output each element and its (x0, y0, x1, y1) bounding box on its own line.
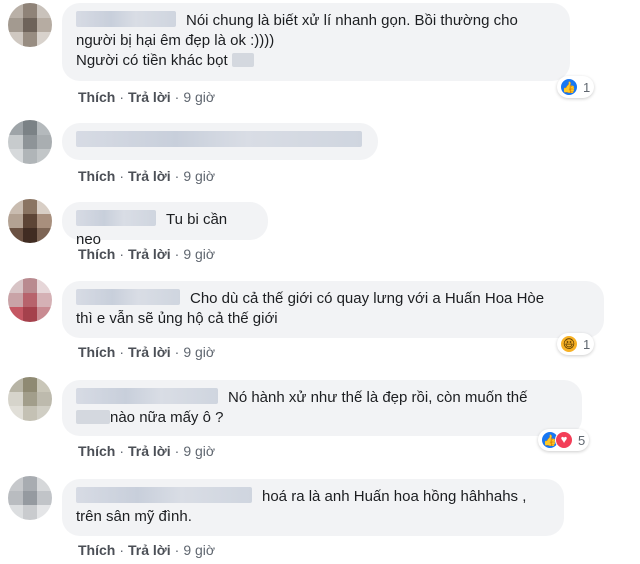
comment-timestamp[interactable]: 9 giờ (183, 443, 215, 459)
blurred-author-name[interactable] (76, 388, 218, 404)
reaction-count: 1 (583, 79, 591, 95)
comment-text-line: Cho dù cả thế giới có quay lưng với a Hu… (190, 290, 545, 307)
avatar[interactable] (8, 3, 52, 47)
comment-actions: Thích · Trả lời · 9 giờ (78, 89, 216, 105)
reply-link[interactable]: Trả lời (128, 344, 171, 360)
like-link[interactable]: Thích (78, 89, 115, 105)
like-link[interactable]: Thích (78, 246, 115, 262)
thumbs-up-icon: 👍 (560, 78, 578, 96)
comment-text-line: thì e vẫn sẽ ủng hộ cả thế giới (76, 310, 278, 327)
comment-bubble: hoá ra là anh Huấn hoa hồng hâhhahs , tr… (62, 479, 564, 536)
comment-actions: Thích · Trả lời · 9 giờ (78, 246, 216, 262)
blurred-author-name[interactable] (76, 487, 252, 503)
comment-text-line: Nói chung là biết xử lí nhanh gọn. Bồi t… (186, 12, 518, 29)
like-link[interactable]: Thích (78, 168, 115, 184)
reply-link[interactable]: Trả lời (128, 542, 171, 558)
comment-actions: Thích · Trả lời · 9 giờ (78, 443, 216, 459)
reaction-summary[interactable]: 👍 ♥ 5 (538, 429, 590, 451)
comment-actions: Thích · Trả lời · 9 giờ (78, 542, 216, 558)
avatar[interactable] (8, 199, 52, 243)
blurred-author-name[interactable] (76, 210, 156, 226)
comment-text-line: Người có tiền khác bọt (76, 52, 228, 69)
reaction-summary[interactable]: 😆 1 (557, 333, 595, 355)
comment-timestamp[interactable]: 9 giờ (183, 246, 215, 262)
heart-icon: ♥ (555, 431, 573, 449)
comment-bubble: Nó hành xử như thế là đẹp rồi, còn muốn … (62, 380, 582, 436)
avatar[interactable] (8, 476, 52, 520)
comment-text-line: hoá ra là anh Huấn hoa hồng hâhhahs , (262, 488, 527, 505)
laughing-face-icon: 😆 (560, 335, 578, 353)
avatar[interactable] (8, 278, 52, 322)
blurred-author-name[interactable] (76, 289, 180, 305)
reply-link[interactable]: Trả lời (128, 443, 171, 459)
comment-bubble: Tu bi cần neo (62, 202, 268, 248)
comment-timestamp[interactable]: 9 giờ (183, 344, 215, 360)
reaction-summary[interactable]: 👍 1 (557, 76, 595, 98)
reply-link[interactable]: Trả lời (128, 246, 171, 262)
avatar[interactable] (8, 120, 52, 164)
reply-link[interactable]: Trả lời (128, 89, 171, 105)
comment-text-line: nào nữa mấy ô ? (110, 409, 224, 426)
avatar[interactable] (8, 377, 52, 421)
comment-timestamp[interactable]: 9 giờ (183, 542, 215, 558)
comment-bubble: Cho dù cả thế giới có quay lưng với a Hu… (62, 281, 604, 338)
reaction-count: 5 (578, 432, 586, 448)
like-link[interactable]: Thích (78, 542, 115, 558)
reply-link[interactable]: Trả lời (128, 168, 171, 184)
comment-text-line: trên sân mỹ đình. (76, 508, 192, 525)
blurred-text (76, 410, 110, 424)
reaction-count: 1 (583, 336, 591, 352)
comment-text-line: người bị hại êm đẹp là ok :)))) (76, 32, 275, 49)
blurred-text (231, 53, 254, 67)
comment-text-line: Nó hành xử như thế là đẹp rồi, còn muốn … (228, 389, 528, 406)
comment-timestamp[interactable]: 9 giờ (183, 168, 215, 184)
like-link[interactable]: Thích (78, 344, 115, 360)
comment-timestamp[interactable]: 9 giờ (183, 89, 215, 105)
comment-bubble: Nói chung là biết xử lí nhanh gọn. Bồi t… (62, 3, 570, 81)
comment-bubble (62, 123, 378, 160)
blurred-comment-text (76, 131, 362, 147)
blurred-author-name[interactable] (76, 11, 176, 27)
like-link[interactable]: Thích (78, 443, 115, 459)
comment-actions: Thích · Trả lời · 9 giờ (78, 168, 216, 184)
comment-actions: Thích · Trả lời · 9 giờ (78, 344, 216, 360)
